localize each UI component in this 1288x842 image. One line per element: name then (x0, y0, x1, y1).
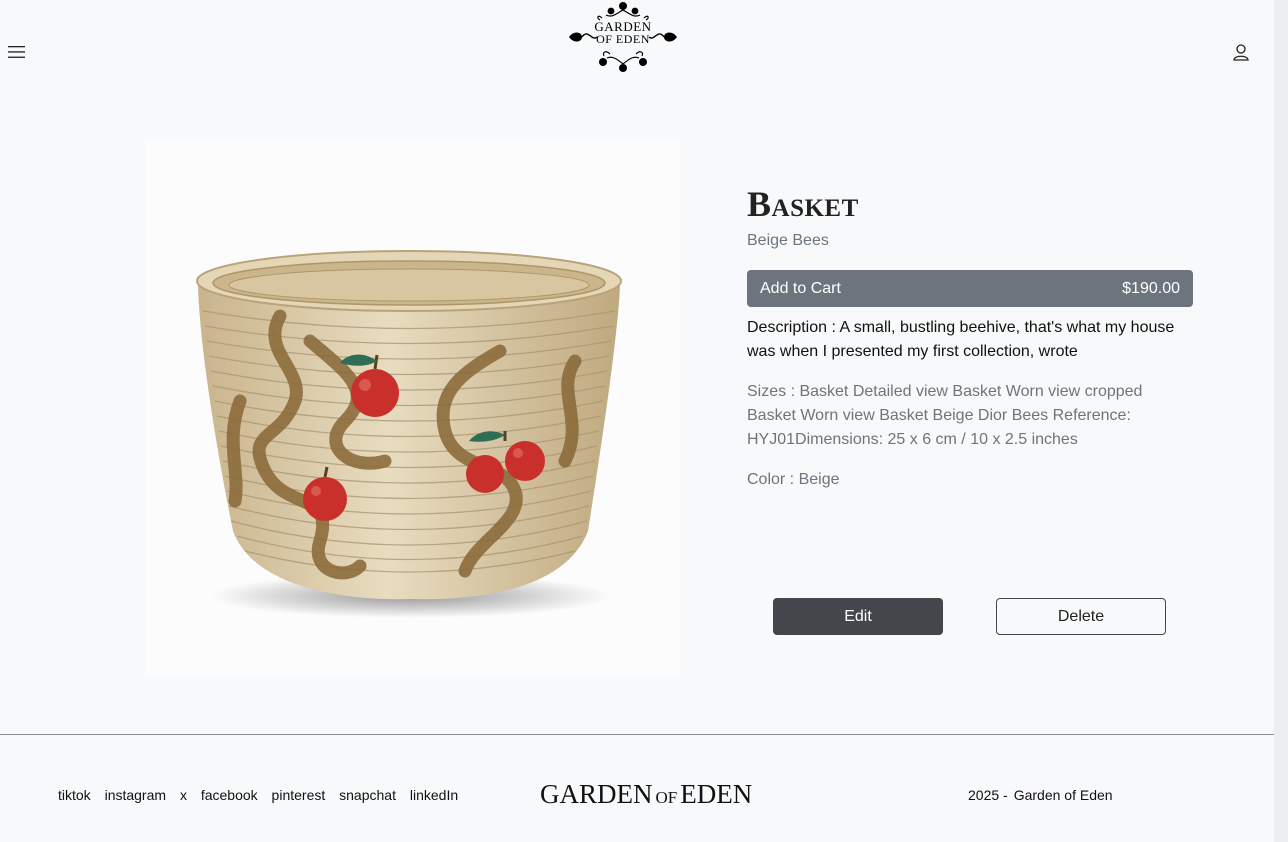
social-link-facebook[interactable]: facebook (201, 787, 258, 803)
basket-illustration (196, 250, 622, 618)
product-price: $190.00 (1122, 280, 1180, 297)
product-details: Basket Beige Bees Add to Cart $190.00 De… (747, 184, 1193, 488)
social-link-snapchat[interactable]: snapchat (339, 787, 396, 803)
site-logo[interactable]: GARDEN OF EDEN (566, 0, 680, 74)
add-to-cart-label: Add to Cart (760, 280, 841, 297)
product-color: Color : Beige (747, 471, 840, 488)
product-title: Basket (747, 184, 859, 224)
product-image (145, 141, 680, 676)
page-scrollbar[interactable] (1274, 0, 1288, 842)
add-to-cart-button[interactable]: Add to Cart $190.00 (747, 270, 1193, 307)
logo-text: GARDEN OF EDEN (566, 20, 680, 46)
product-sizes: Sizes : Basket Detailed view Basket Worn… (747, 383, 1143, 448)
product-page: GARDEN OF EDEN Basket Beige Bees Add to … (0, 0, 1288, 842)
user-icon[interactable] (1231, 43, 1251, 63)
footer-divider (0, 734, 1274, 735)
product-description: Description : A small, bustling beehive,… (747, 319, 1175, 360)
social-link-linkedin[interactable]: linkedIn (410, 787, 458, 803)
edit-button[interactable]: Edit (773, 598, 943, 635)
copyright: 2025 - Garden of Eden (968, 787, 1113, 803)
delete-button[interactable]: Delete (996, 598, 1166, 635)
social-link-instagram[interactable]: instagram (105, 787, 166, 803)
product-subtitle: Beige Bees (747, 232, 829, 249)
copyright-year: 2025 - (968, 787, 1008, 803)
social-link-x[interactable]: x (180, 787, 187, 803)
footer-logo-of: OF (655, 788, 678, 807)
logo-text-line2: OF EDEN (596, 32, 650, 46)
hamburger-menu-icon[interactable] (8, 45, 26, 59)
site-header: GARDEN OF EDEN (0, 0, 1274, 100)
footer-logo-eden: EDEN (680, 779, 753, 809)
footer-logo-garden: GARDEN (540, 779, 653, 809)
copyright-name: Garden of Eden (1013, 787, 1113, 803)
social-link-tiktok[interactable]: tiktok (58, 787, 91, 803)
social-links: tiktok instagram x facebook pinterest sn… (58, 787, 468, 803)
social-link-pinterest[interactable]: pinterest (272, 787, 326, 803)
footer-logo[interactable]: GARDEN OF EDEN (540, 779, 752, 810)
